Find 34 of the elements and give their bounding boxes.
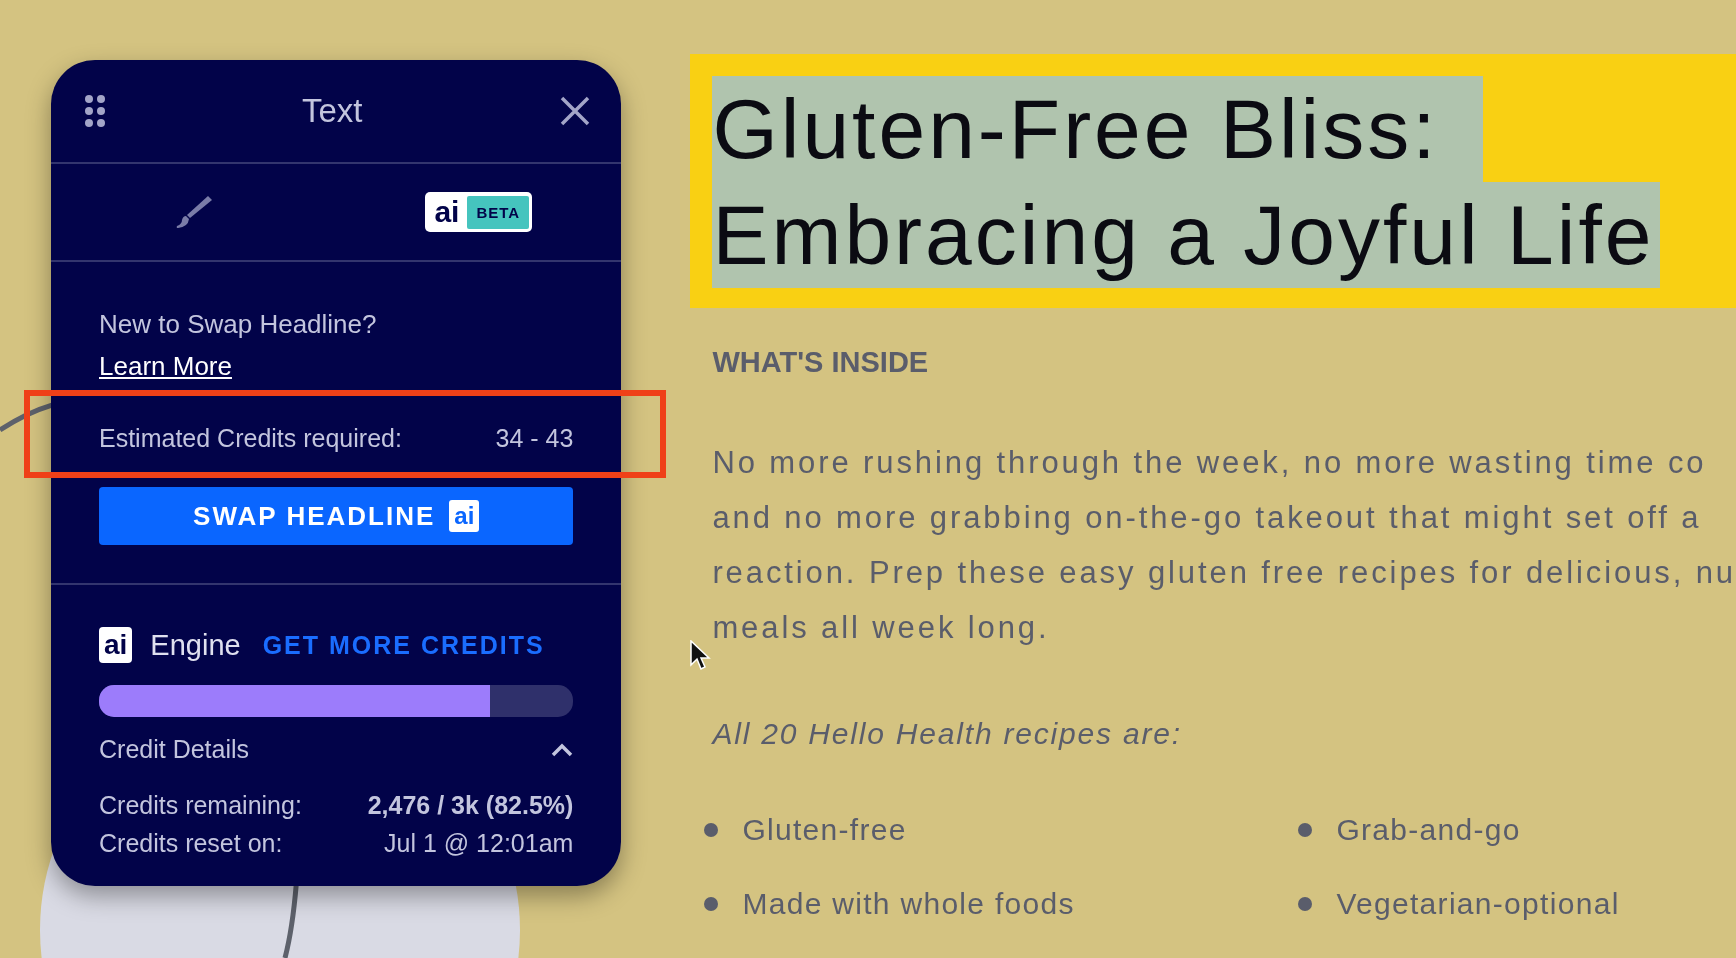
engine-label: Engine <box>150 628 241 662</box>
panel-title: Text <box>301 92 363 130</box>
swap-headline-button[interactable]: SWAP HEADLINE ai <box>99 487 574 545</box>
grip-icon <box>85 95 105 127</box>
credit-label: Credits remaining: <box>99 790 302 821</box>
paragraph-line: reaction. Prep these easy gluten free recipes for delicious, nu <box>712 554 1736 592</box>
credit-value: Jul 1 @ 12:01am <box>384 828 574 859</box>
lead-text: All 20 Hello Health recipes are: <box>712 717 1183 751</box>
bullet-text: Gluten-free <box>742 813 907 847</box>
estimate-value: 34 - 43 <box>495 424 574 453</box>
section-heading: WHAT'S INSIDE <box>712 346 930 379</box>
bullet-text: Grab-and-go <box>1336 813 1521 847</box>
learn-more-link[interactable]: Learn More <box>99 346 232 386</box>
credit-value: 2,476 / 3k (82.5%) <box>367 790 574 821</box>
paragraph-line: and no more grabbing on-the-go takeout that might set off a <box>712 499 1702 537</box>
bullet-text: Made with whole foods <box>742 887 1075 921</box>
ai-badge: ai <box>99 627 133 663</box>
paragraph-line: meals all week long. <box>712 609 1050 647</box>
credit-details-label: Credit Details <box>99 735 250 764</box>
bullet-dot <box>704 823 719 837</box>
headline-text: Embracing a Joyful Life <box>712 182 1661 288</box>
paragraph-line: No more rushing through the week, no more wasting time co <box>712 444 1707 482</box>
intro-text: New to Swap Headline? <box>99 308 378 341</box>
headline-text: Gluten-Free Bliss: <box>712 76 1483 182</box>
credit-label: Credits reset on: <box>99 828 283 859</box>
bullet-dot <box>1298 897 1313 911</box>
bullet-text: Vegetarian-optional <box>1336 887 1620 921</box>
cursor-icon <box>690 640 712 672</box>
get-credits-link[interactable]: GET MORE CREDITS <box>262 630 545 660</box>
ai-tab[interactable]: ai BETA <box>336 164 622 260</box>
close-icon[interactable] <box>559 95 592 127</box>
bullet-dot <box>1298 823 1313 837</box>
bullet-dot <box>704 897 719 911</box>
estimate-label: Estimated Credits required: <box>99 424 402 453</box>
